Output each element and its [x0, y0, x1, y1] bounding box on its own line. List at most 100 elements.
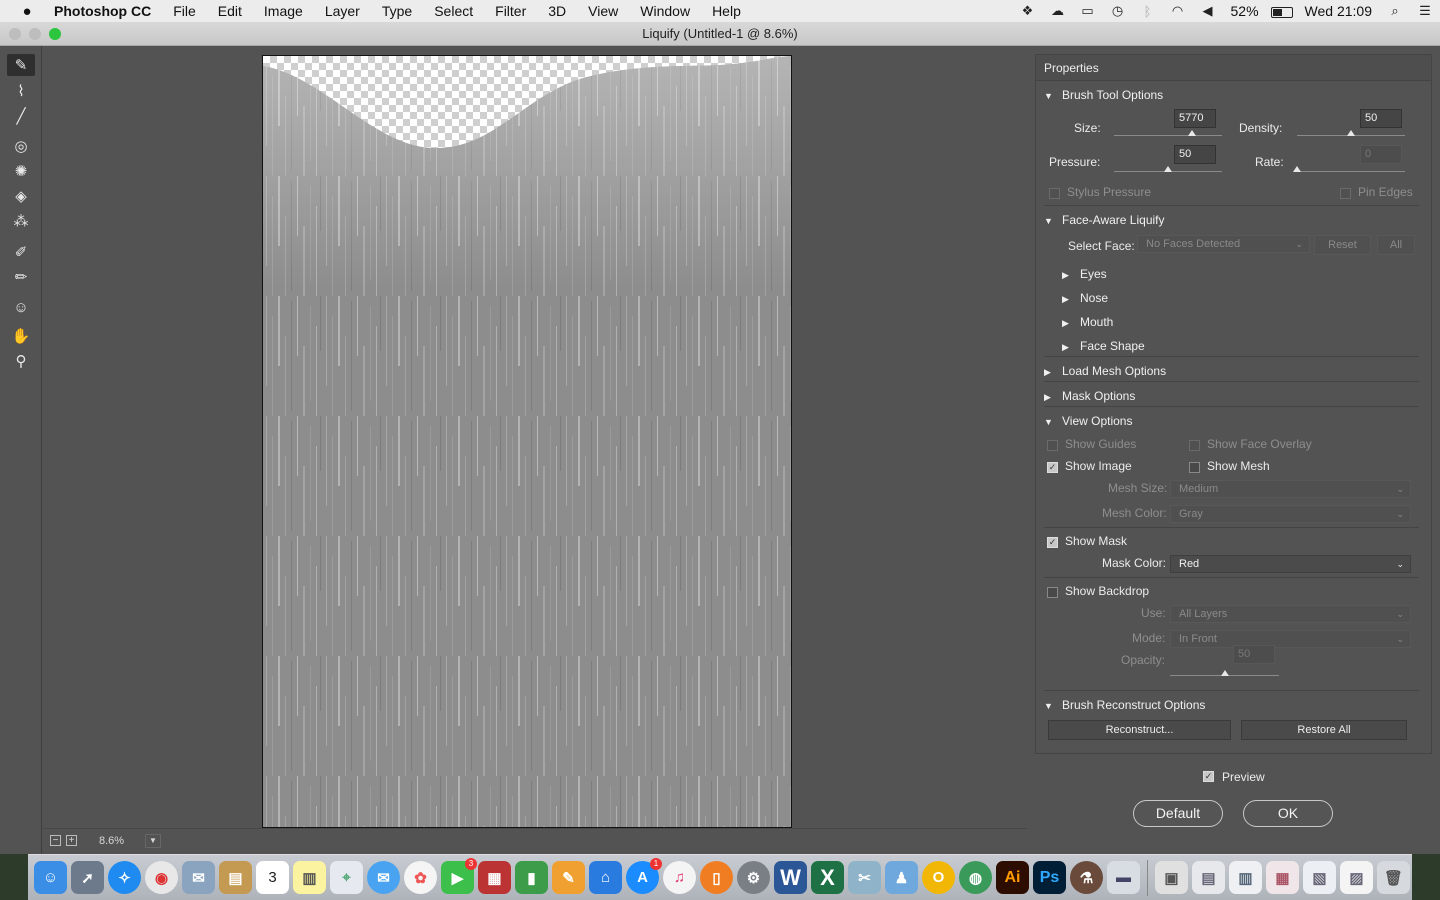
maps-icon[interactable]: ⌖	[330, 861, 363, 894]
trash-icon[interactable]: 🗑	[1377, 861, 1410, 894]
preview-checkbox[interactable]: ✓	[1203, 771, 1214, 782]
outlook-icon[interactable]: O	[922, 861, 955, 894]
load-mesh-options-header[interactable]: ▶ Load Mesh Options	[1044, 359, 1419, 383]
twirl-clockwise-tool-icon[interactable]: ◎	[7, 135, 35, 157]
density-slider[interactable]	[1297, 130, 1405, 136]
preview-app-icon[interactable]: ✂	[848, 861, 881, 894]
show-guides-checkbox[interactable]	[1047, 440, 1058, 451]
default-button[interactable]: Default	[1133, 800, 1223, 827]
keynote-icon[interactable]: ⌂	[589, 861, 622, 894]
thaw-mask-tool-icon[interactable]: ✏	[7, 266, 35, 288]
face-reset-button[interactable]: Reset	[1314, 235, 1371, 255]
ok-button[interactable]: OK	[1243, 800, 1333, 827]
show-backdrop-checkbox[interactable]	[1047, 587, 1058, 598]
size-field[interactable]: 5770	[1174, 109, 1216, 128]
creative-cloud-icon[interactable]: ☁	[1043, 3, 1073, 19]
menubar-clock[interactable]: Wed 21:09	[1297, 3, 1380, 19]
finder-icon[interactable]: ☺	[34, 861, 67, 894]
zoom-tool-icon[interactable]: ⚲	[7, 350, 35, 372]
menu-view[interactable]: View	[577, 0, 629, 22]
word-icon[interactable]: W	[774, 861, 807, 894]
minimized-window-thumbnail-icon[interactable]: ▤	[1192, 861, 1225, 894]
close-window-button[interactable]	[9, 28, 21, 40]
facetime-icon[interactable]: ▶ 3	[441, 858, 477, 894]
pages-icon[interactable]: ✎	[552, 861, 585, 894]
display-icon[interactable]: ▭	[1073, 3, 1103, 19]
hand-tool-icon[interactable]: ✋	[7, 325, 35, 347]
apple-menu-icon[interactable]: ●	[0, 3, 54, 20]
minimized-window-thumbnail-icon[interactable]: ▨	[1340, 861, 1373, 894]
eyes-subsection[interactable]: ▶ Eyes	[1062, 262, 1419, 286]
minimized-window-thumbnail-icon[interactable]: ▧	[1303, 861, 1336, 894]
minimized-window-thumbnail-icon[interactable]: ▣	[1155, 861, 1188, 894]
pressure-slider[interactable]	[1114, 166, 1222, 172]
zoom-level[interactable]: 8.6%	[99, 835, 139, 847]
restore-all-button[interactable]: Restore All	[1241, 720, 1407, 740]
brush-reconstruct-options-header[interactable]: ▼ Brush Reconstruct Options	[1044, 693, 1419, 717]
minimize-window-button[interactable]	[29, 28, 41, 40]
pucker-tool-icon[interactable]: ✺	[7, 160, 35, 182]
nose-subsection[interactable]: ▶ Nose	[1062, 286, 1419, 310]
launchpad-icon[interactable]: ➚	[71, 861, 104, 894]
pressure-field[interactable]: 50	[1174, 145, 1216, 164]
rate-field[interactable]: 0	[1360, 145, 1402, 164]
face-shape-subsection[interactable]: ▶ Face Shape	[1062, 334, 1419, 358]
zoom-window-button[interactable]	[49, 28, 61, 40]
wifi-icon[interactable]: ◠	[1163, 3, 1193, 19]
messages-icon[interactable]: ✉	[367, 861, 400, 894]
density-slider-thumb[interactable]	[1347, 130, 1355, 136]
menu-3d[interactable]: 3D	[537, 0, 577, 22]
mouth-subsection[interactable]: ▶ Mouth	[1062, 310, 1419, 334]
spotlight-search-icon[interactable]: ⌕	[1380, 3, 1410, 19]
reconstruct-tool-icon[interactable]: ⌇	[7, 80, 35, 102]
mode-dropdown[interactable]: In Front ⌄	[1170, 630, 1411, 648]
select-face-dropdown[interactable]: No Faces Detected ⌄	[1137, 235, 1310, 253]
battery-icon[interactable]	[1267, 4, 1297, 19]
dropbox-icon[interactable]: ❖	[1013, 3, 1043, 19]
face-aware-liquify-header[interactable]: ▼ Face-Aware Liquify	[1044, 208, 1419, 232]
size-slider-thumb[interactable]	[1187, 130, 1196, 136]
use-dropdown[interactable]: All Layers ⌄	[1170, 605, 1411, 623]
pressure-slider-thumb[interactable]	[1164, 166, 1172, 172]
forward-warp-tool-icon[interactable]: ✎	[7, 54, 35, 76]
menu-file[interactable]: File	[162, 0, 207, 22]
bloat-tool-icon[interactable]: ◈	[7, 185, 35, 207]
app-store-icon[interactable]: A1	[626, 858, 662, 894]
show-mask-checkbox[interactable]: ✓	[1047, 537, 1058, 548]
face-tool-icon[interactable]: ☺	[7, 296, 35, 318]
show-face-overlay-checkbox[interactable]	[1189, 440, 1200, 451]
photoshop-icon[interactable]: Ps	[1033, 861, 1066, 894]
menu-help[interactable]: Help	[701, 0, 752, 22]
face-all-button[interactable]: All	[1377, 235, 1415, 255]
menu-window[interactable]: Window	[629, 0, 701, 22]
view-options-header[interactable]: ▼ View Options	[1044, 409, 1419, 433]
itunes-icon[interactable]: ♫	[663, 861, 696, 894]
show-mesh-checkbox[interactable]	[1189, 462, 1200, 473]
brush-tool-options-header[interactable]: ▼ Brush Tool Options	[1044, 83, 1419, 107]
size-slider[interactable]	[1114, 130, 1222, 136]
battery-percent[interactable]: 52%	[1223, 3, 1267, 19]
minimized-window-thumbnail-icon[interactable]: ▦	[1266, 861, 1299, 894]
minimized-window-thumbnail-icon[interactable]: ▥	[1229, 861, 1262, 894]
mask-options-header[interactable]: ▶ Mask Options	[1044, 384, 1419, 408]
chrome-icon[interactable]: ◉	[145, 861, 178, 894]
bluetooth-icon[interactable]: ᛒ	[1133, 4, 1163, 19]
mail-stamp-icon[interactable]: ✉	[182, 861, 215, 894]
menu-layer[interactable]: Layer	[314, 0, 371, 22]
contacts-icon[interactable]: ▤	[219, 861, 252, 894]
menu-edit[interactable]: Edit	[207, 0, 253, 22]
excel-icon[interactable]: X	[811, 861, 844, 894]
migration-icon[interactable]: ♟	[885, 861, 918, 894]
illustrator-icon[interactable]: Ai	[996, 861, 1029, 894]
menu-type[interactable]: Type	[371, 0, 423, 22]
ibooks-icon[interactable]: ▯	[700, 861, 733, 894]
opacity-slider-thumb[interactable]	[1220, 670, 1229, 676]
push-left-tool-icon[interactable]: ⁂	[7, 210, 35, 232]
reconstruct-button[interactable]: Reconstruct...	[1048, 720, 1231, 740]
time-machine-icon[interactable]: ◷	[1103, 3, 1133, 19]
network-globe-icon[interactable]: ◍	[959, 861, 992, 894]
mesh-color-dropdown[interactable]: Gray ⌄	[1170, 505, 1411, 523]
menu-select[interactable]: Select	[423, 0, 484, 22]
notification-center-icon[interactable]: ☰	[1410, 3, 1440, 19]
smooth-tool-icon[interactable]: ╱	[7, 105, 35, 127]
